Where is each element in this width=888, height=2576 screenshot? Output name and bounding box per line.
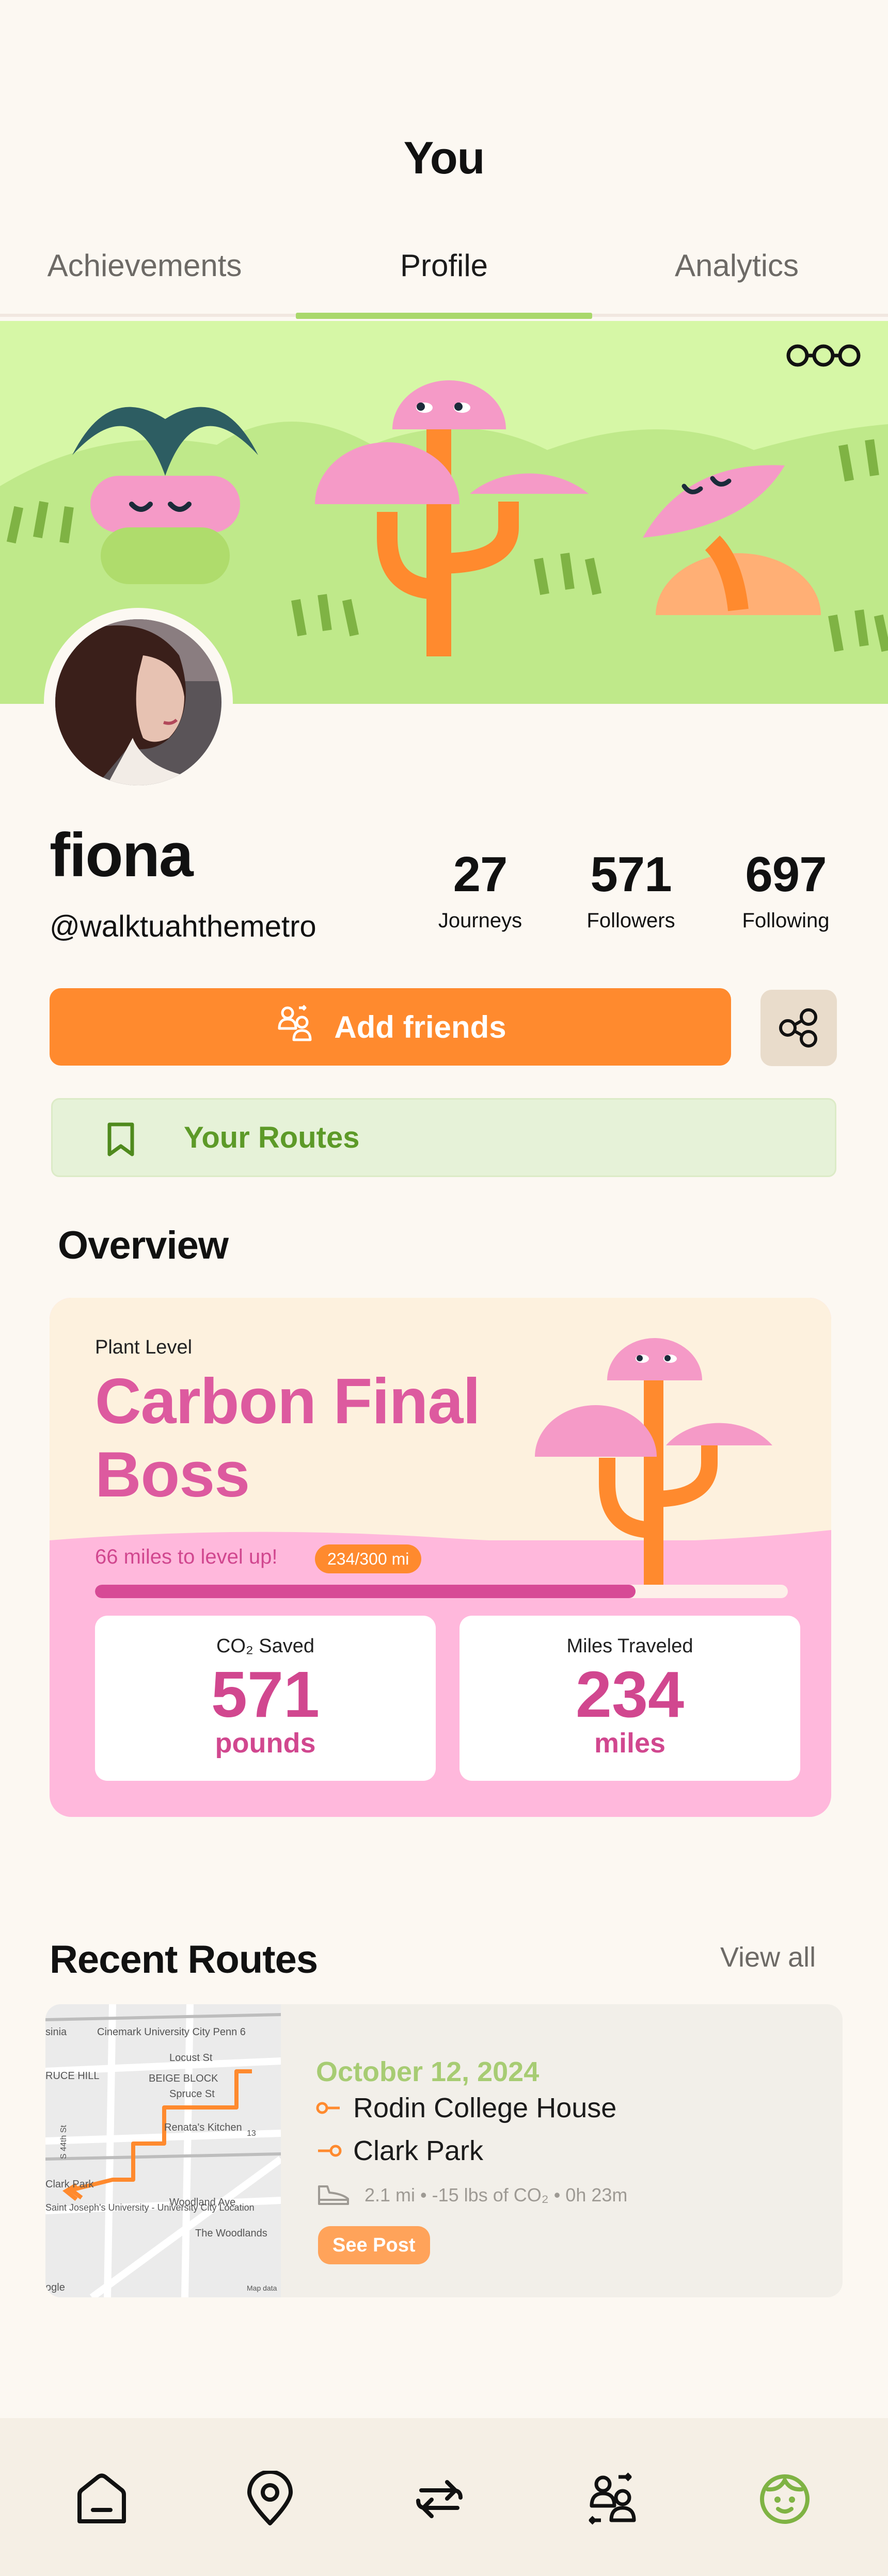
stat-label: Journeys	[438, 909, 522, 932]
level-up-text: 66 miles to level up!	[95, 1545, 278, 1568]
home-icon	[77, 2473, 126, 2523]
nav-routes[interactable]	[406, 2466, 473, 2533]
route-map: Cinemark University City Penn 6 Locust S…	[45, 2004, 283, 2297]
add-friends-label: Add friends	[334, 1009, 506, 1044]
nav-home[interactable]	[68, 2466, 135, 2533]
plant-level-card: Plant Level Carbon Final Boss 66 miles t…	[50, 1298, 831, 1817]
stat-followers[interactable]: 571 Followers	[579, 846, 683, 932]
destination-icon	[318, 2145, 342, 2157]
co2-saved-value: 571	[211, 1658, 320, 1731]
stat-value: 697	[745, 847, 827, 902]
miles-traveled-card: Miles Traveled 234 miles	[459, 1616, 800, 1781]
route-map-thumbnail[interactable]: Cinemark University City Penn 6 Locust S…	[45, 2004, 283, 2297]
see-post-button[interactable]: See Post	[318, 2226, 430, 2264]
stat-journeys[interactable]: 27 Journeys	[429, 846, 532, 932]
origin-icon	[316, 2102, 340, 2114]
map-label-renatas: Renata's Kitchen	[164, 2122, 242, 2133]
route-meta-text: 2.1 mi • -15 lbs of CO₂ • 0h 23m	[364, 2184, 628, 2205]
route-destination: Clark Park	[316, 2135, 483, 2167]
level-progress-fill	[95, 1585, 636, 1598]
view-all-link[interactable]: View all	[720, 1941, 816, 1973]
map-label-s44: S 44th St	[59, 2125, 68, 2159]
map-label-sina: sinia	[45, 2026, 67, 2038]
map-label-saint-josephs: Saint Joseph's University - University C…	[45, 2202, 255, 2213]
your-routes-button[interactable]: Your Routes	[51, 1098, 836, 1177]
bookmark-icon	[107, 1122, 134, 1156]
map-label-map-data: Map data	[247, 2284, 277, 2292]
co2-saved-label: CO₂ Saved	[216, 1635, 315, 1657]
route-destination-label: Clark Park	[353, 2135, 484, 2166]
overview-heading: Overview	[58, 1223, 229, 1267]
profile-handle: @walktuahthemetro	[50, 910, 316, 943]
stat-value: 571	[590, 847, 672, 902]
map-label-spruce-st: Spruce St	[169, 2088, 215, 2100]
avatar-photo	[55, 619, 221, 785]
tab-analytics[interactable]: Analytics	[592, 243, 881, 320]
location-pin-icon	[247, 2471, 293, 2525]
shoe-icon	[318, 2185, 349, 2205]
your-routes-label: Your Routes	[184, 1121, 360, 1154]
map-label-spruce-hill: RUCE HILL	[45, 2070, 99, 2082]
plant-level-name: Carbon Final Boss	[95, 1366, 481, 1510]
stat-value: 27	[453, 847, 508, 902]
recent-routes-heading: Recent Routes	[50, 1938, 318, 1982]
map-label-woodlands: The Woodlands	[195, 2228, 267, 2239]
stat-label: Followers	[586, 909, 675, 932]
nav-map[interactable]	[236, 2466, 304, 2533]
progress-badge: 234/300 mi	[315, 1544, 422, 1573]
co2-saved-unit: pounds	[215, 1728, 316, 1759]
tab-bar: Achievements Profile Analytics	[0, 243, 888, 320]
more-dots-icon[interactable]	[785, 343, 862, 371]
route-card[interactable]: Cinemark University City Penn 6 Locust S…	[45, 2004, 843, 2297]
tab-profile[interactable]: Profile	[296, 243, 592, 320]
routes-arrows-icon	[416, 2480, 463, 2518]
map-label-clark-park: Clark Park	[45, 2179, 94, 2190]
map-label-cinemark: Cinemark University City Penn 6	[97, 2026, 246, 2038]
active-tab-indicator	[296, 313, 592, 319]
route-origin: Rodin College House	[316, 2092, 616, 2124]
add-friends-button[interactable]: Add friends	[50, 988, 731, 1066]
miles-traveled-unit: miles	[594, 1728, 666, 1759]
co2-saved-card: CO₂ Saved 571 pounds	[95, 1616, 436, 1781]
map-label-beige-block: BEIGE BLOCK	[149, 2073, 218, 2084]
nav-friends[interactable]	[580, 2466, 647, 2533]
profile-face-icon	[760, 2474, 810, 2524]
stat-label: Following	[742, 909, 830, 932]
route-meta: 2.1 mi • -15 lbs of CO₂ • 0h 23m	[316, 2182, 627, 2208]
page-title: You	[403, 132, 485, 183]
plant-level-label: Plant Level	[95, 1337, 193, 1358]
route-origin-label: Rodin College House	[353, 2092, 617, 2123]
add-friends-icon	[274, 1003, 315, 1051]
nav-profile[interactable]	[751, 2466, 818, 2533]
miles-traveled-label: Miles Traveled	[566, 1635, 693, 1657]
level-progress-bar	[95, 1585, 788, 1598]
map-label-google: ogle	[45, 2282, 65, 2293]
cactus-mushroom-illustration	[535, 1338, 772, 1587]
route-date: October 12, 2024	[316, 2056, 540, 2087]
stat-following[interactable]: 697 Following	[734, 846, 837, 932]
tab-achievements[interactable]: Achievements	[0, 243, 289, 320]
miles-traveled-value: 234	[575, 1658, 685, 1731]
bottom-nav	[0, 2418, 888, 2576]
avatar[interactable]	[44, 608, 233, 797]
profile-name: fiona	[50, 820, 194, 890]
map-label-locust: Locust St	[169, 2052, 213, 2064]
map-label-route-13: 13	[247, 2129, 256, 2138]
share-button[interactable]	[760, 990, 837, 1066]
friends-icon	[589, 2472, 636, 2525]
share-icon	[779, 1008, 817, 1048]
